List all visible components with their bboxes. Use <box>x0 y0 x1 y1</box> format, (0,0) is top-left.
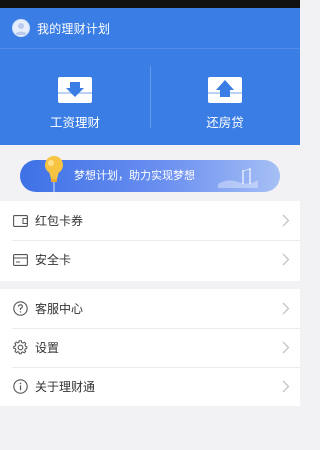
hero-section: 我的理财计划 工资理财 还房贷 <box>0 8 300 145</box>
menu-item-settings[interactable]: 设置 <box>0 328 300 367</box>
menu-item-label: 关于理财通 <box>35 380 96 394</box>
menu-item-about[interactable]: 关于理财通 <box>0 367 300 406</box>
chevron-right-icon <box>282 380 290 393</box>
menu-item-label: 安全卡 <box>35 253 72 267</box>
help-icon <box>12 301 28 317</box>
hero-divider <box>0 48 300 49</box>
salary-finance-label: 工资理财 <box>49 115 100 130</box>
status-bar <box>0 0 300 8</box>
user-bar[interactable]: 我的理财计划 <box>0 8 300 48</box>
menu-item-label: 客服中心 <box>35 302 84 316</box>
lightbulb-icon <box>45 156 63 194</box>
page-title: 我的理财计划 <box>37 21 111 36</box>
menu-group-2: 客服中心 设置 关于理财通 <box>0 289 300 406</box>
chevron-right-icon <box>282 341 290 354</box>
banner-text: 梦想计划，助力实现梦想 <box>74 169 195 182</box>
menu-item-customer-service[interactable]: 客服中心 <box>0 289 300 328</box>
landscape-decoration-icon <box>218 168 258 188</box>
menu-group-1: 红包卡券 安全卡 <box>0 201 300 281</box>
chevron-right-icon <box>282 302 290 315</box>
chevron-right-icon <box>282 253 290 266</box>
menu-item-security-card[interactable]: 安全卡 <box>0 240 300 279</box>
chevron-right-icon <box>282 214 290 227</box>
gear-icon <box>12 340 28 356</box>
salary-icon <box>58 77 92 103</box>
repay-mortgage-button[interactable]: 还房贷 <box>150 76 300 136</box>
avatar-icon[interactable] <box>12 19 30 37</box>
menu-item-coupons[interactable]: 红包卡券 <box>0 201 300 240</box>
menu-item-label: 红包卡券 <box>35 214 84 228</box>
mortgage-icon <box>208 77 242 103</box>
coupon-icon <box>12 213 28 229</box>
info-icon <box>12 379 28 395</box>
salary-finance-button[interactable]: 工资理财 <box>0 76 150 136</box>
repay-mortgage-label: 还房贷 <box>206 115 244 130</box>
menu-item-label: 设置 <box>35 341 60 355</box>
card-icon <box>12 252 28 268</box>
